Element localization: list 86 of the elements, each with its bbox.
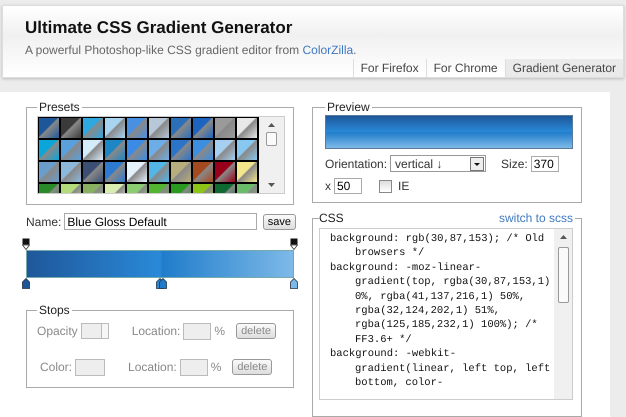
location-label: Location:	[128, 360, 177, 374]
scrollbar[interactable]	[554, 229, 572, 399]
height-field[interactable]: 50	[334, 178, 362, 194]
location-label: Location:	[132, 324, 180, 338]
preset-swatch[interactable]	[83, 162, 103, 182]
scroll-up-icon[interactable]	[268, 123, 275, 127]
preset-swatch[interactable]	[105, 118, 125, 138]
preset-swatch[interactable]	[237, 162, 257, 182]
x-label: x	[325, 179, 331, 193]
page-title: Ultimate CSS Gradient Generator	[25, 18, 294, 38]
preset-swatch[interactable]	[149, 140, 169, 160]
switch-to-scss-link[interactable]: switch to scss	[496, 211, 575, 225]
color-label: Color:	[40, 360, 72, 374]
color-field[interactable]	[75, 358, 106, 376]
orientation-select[interactable]: vertical ↓	[390, 155, 486, 172]
preset-swatch[interactable]	[83, 140, 103, 160]
scroll-down-icon[interactable]	[268, 183, 275, 187]
code-line: 0%, rgba(41,137,216,1) 50%,	[354, 290, 526, 304]
code-line: bottom, color-	[354, 376, 444, 390]
gradient-preview[interactable]	[325, 115, 573, 149]
opacity-field[interactable]	[80, 323, 109, 339]
preset-swatch[interactable]	[105, 140, 125, 160]
nav-tab[interactable]: Gradient Generator	[504, 59, 623, 77]
ie-checkbox[interactable]	[379, 180, 392, 192]
preset-swatch[interactable]	[193, 140, 213, 160]
scroll-thumb[interactable]	[266, 132, 277, 146]
preset-swatch[interactable]	[171, 140, 191, 160]
stops-legend: Stops	[37, 303, 72, 317]
preset-swatch[interactable]	[215, 162, 235, 182]
preset-swatch[interactable]	[171, 118, 191, 138]
name-label: Name:	[26, 214, 62, 228]
location-field[interactable]	[180, 358, 208, 376]
preset-swatch[interactable]	[61, 118, 81, 138]
preset-swatch[interactable]	[215, 118, 235, 138]
preset-swatch[interactable]	[149, 162, 169, 182]
presets-legend: Presets	[37, 100, 82, 114]
width-field[interactable]: 370	[530, 156, 559, 172]
preset-swatch[interactable]	[61, 140, 81, 160]
preset-swatch[interactable]	[171, 162, 191, 182]
code-line: rgba(125,185,232,1) 100%); /*	[354, 318, 539, 333]
preset-swatch[interactable]	[39, 140, 59, 160]
subtitle: A powerful Photoshop-like CSS gradient editor from ColorZilla.	[25, 43, 358, 57]
css-code-area[interactable]	[319, 228, 573, 400]
preset-swatch[interactable]	[39, 118, 59, 138]
code-line: FF3.6+ */	[354, 332, 413, 348]
preset-swatch[interactable]	[127, 118, 147, 138]
colorzilla-link[interactable]: ColorZilla	[302, 43, 354, 57]
color-stop-icon[interactable]	[290, 278, 298, 289]
preset-swatch[interactable]	[215, 140, 235, 160]
scrollbar[interactable]	[259, 117, 284, 193]
preset-swatch[interactable]	[237, 140, 257, 160]
code-line: background: -webkit-	[330, 347, 458, 362]
save-button[interactable]: save	[262, 214, 296, 230]
preset-swatch[interactable]	[127, 162, 147, 182]
preset-swatch[interactable]	[127, 140, 147, 160]
preset-swatch[interactable]	[39, 162, 59, 182]
code-line: gradient(linear, left top, left	[354, 362, 552, 376]
opacity-stop-icon[interactable]	[22, 238, 30, 250]
size-label: Size:	[501, 156, 528, 170]
opacity-stop-icon[interactable]	[290, 238, 298, 250]
ie-label: IE	[398, 179, 410, 193]
percent-label: %	[214, 324, 226, 338]
location-field[interactable]	[183, 322, 212, 340]
dropdown-icon[interactable]	[470, 156, 484, 170]
scroll-thumb[interactable]	[558, 247, 568, 303]
preset-swatch[interactable]	[61, 162, 81, 182]
color-stop-icon[interactable]	[22, 278, 30, 289]
scroll-up-icon[interactable]	[560, 235, 566, 239]
opacity-label: Opacity	[37, 324, 78, 338]
preset-swatch[interactable]	[193, 118, 213, 138]
code-line: gradient(top, rgba(30,87,153,1)	[354, 275, 552, 290]
nav-tab[interactable]: For Firefox	[352, 59, 426, 77]
percent-label: %	[210, 360, 222, 374]
preset-swatch[interactable]	[237, 118, 257, 138]
preview-legend: Preview	[325, 100, 372, 114]
preset-swatch[interactable]	[105, 162, 125, 182]
preset-swatch[interactable]	[83, 118, 103, 138]
orientation-label: Orientation:	[325, 156, 388, 170]
code-line: background: rgb(30,87,153); /* Old	[330, 232, 546, 246]
name-field[interactable]: Blue Gloss Default	[64, 213, 257, 230]
preset-swatch[interactable]	[193, 162, 213, 182]
code-line: background: -moz-linear-	[330, 260, 482, 276]
css-legend: CSS	[319, 211, 344, 225]
code-line: browsers */	[354, 246, 426, 261]
code-line: rgba(32,124,202,1) 51%,	[354, 304, 501, 318]
preset-swatch[interactable]	[149, 118, 169, 138]
